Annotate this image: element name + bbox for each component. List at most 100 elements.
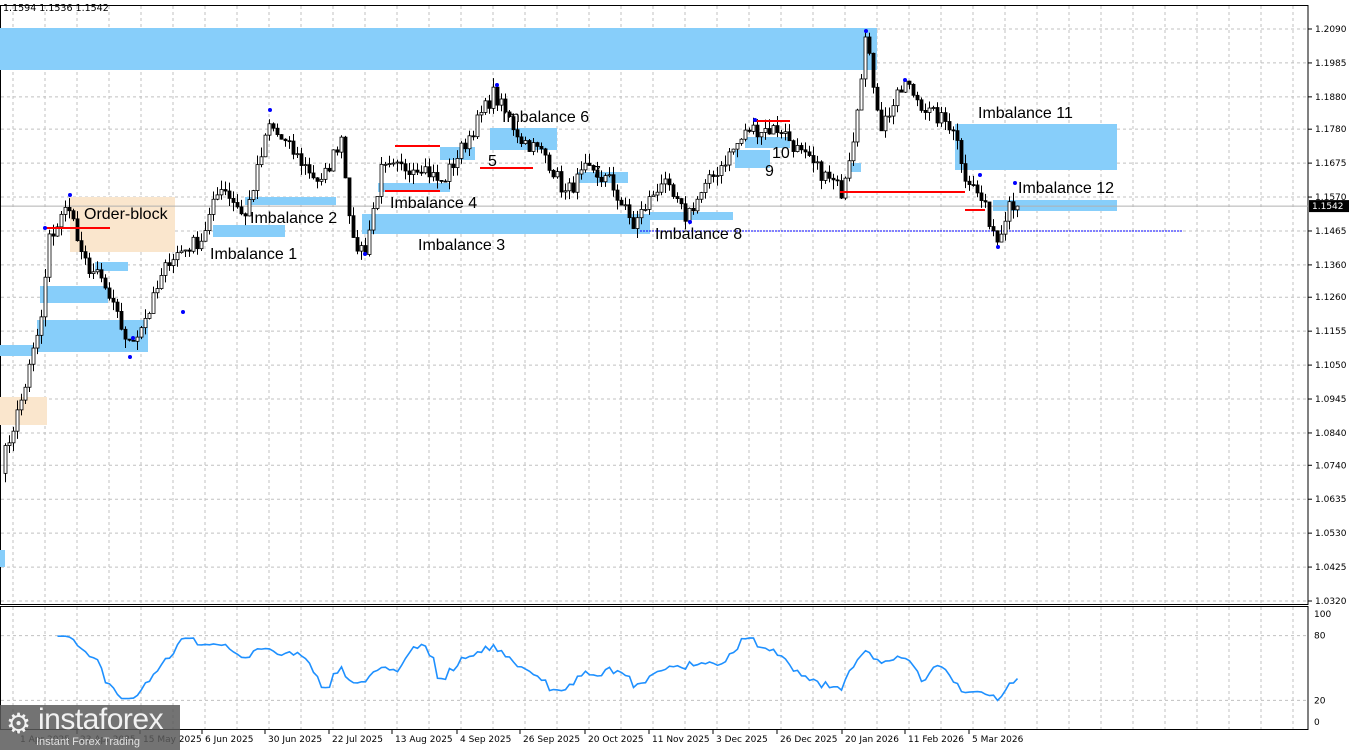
candle-bull — [479, 112, 484, 116]
candle-bull — [47, 233, 52, 278]
swing-point-marker — [1013, 181, 1017, 185]
candle-bear — [835, 179, 840, 182]
candle-bull — [927, 107, 932, 113]
candle-bull — [303, 164, 308, 167]
candle-bull — [43, 276, 48, 318]
candle-bear — [243, 213, 248, 217]
candle-bear — [79, 240, 84, 253]
candle-bear — [223, 189, 228, 192]
instaforex-logo: ⚙ instaforex Instant Forex Trading — [0, 703, 180, 750]
candle-bull — [851, 141, 856, 162]
order-block-zone — [0, 397, 47, 425]
candle-bear — [287, 140, 292, 143]
candle-bull — [575, 173, 580, 193]
candle-bull — [687, 207, 692, 222]
candle-bull — [383, 163, 388, 166]
candle-bear — [779, 132, 784, 134]
candle-bull — [859, 78, 864, 111]
candle-bear — [427, 166, 432, 178]
candle-bull — [603, 175, 608, 183]
candle-bull — [91, 271, 96, 274]
candle-bull — [1007, 201, 1012, 222]
candle-bull — [663, 178, 668, 185]
candle-bear — [51, 233, 56, 237]
candle-bull — [455, 158, 460, 169]
candle-bear — [963, 163, 968, 182]
candle-bull — [635, 217, 640, 229]
candle-bear — [675, 196, 680, 199]
price-axis-label: 1.0945 — [1315, 395, 1347, 405]
candle-bear — [167, 262, 172, 266]
imbalance-zone — [37, 320, 148, 352]
candle-bull — [647, 196, 652, 210]
candle-bull — [431, 172, 436, 178]
candle-bear — [691, 207, 696, 212]
swing-point-marker — [688, 220, 692, 224]
candle-bear — [915, 94, 920, 101]
candle-bull — [459, 142, 464, 159]
candle-bull — [339, 136, 344, 153]
candle-bull — [699, 192, 704, 200]
candle-bull — [491, 86, 496, 109]
imbalance-zone — [993, 200, 1117, 211]
candle-bull — [567, 182, 572, 192]
price-chart[interactable]: 1.20901.19851.18801.17801.16751.15701.14… — [0, 0, 1350, 750]
candle-bear — [875, 86, 880, 111]
candle-bear — [983, 200, 988, 203]
price-axis-label: 1.1465 — [1315, 227, 1347, 237]
candle-bear — [415, 169, 420, 173]
candle-bear — [419, 171, 424, 174]
candle-bear — [627, 204, 632, 219]
candle-bull — [191, 236, 196, 252]
candle-bull — [391, 162, 396, 165]
time-axis-label: 13 Aug 2025 — [395, 735, 453, 745]
candle-bear — [119, 311, 124, 330]
candle-bull — [179, 250, 184, 254]
candle-bull — [375, 196, 380, 209]
candle-bear — [487, 100, 492, 109]
candle-bear — [947, 121, 952, 131]
candle-bear — [515, 129, 520, 138]
price-axis-label: 1.0740 — [1315, 461, 1347, 471]
price-axis-label: 1.1260 — [1315, 293, 1347, 303]
price-axis-label: 1.0425 — [1315, 563, 1347, 573]
candle-bull — [843, 177, 848, 199]
time-axis-label: 26 Dec 2025 — [780, 735, 838, 745]
candle-bear — [403, 163, 408, 172]
candle-bear — [399, 161, 404, 165]
candle-bear — [943, 112, 948, 122]
candle-bull — [135, 336, 140, 342]
candle-bull — [63, 207, 68, 215]
swing-point-marker — [495, 83, 499, 87]
zone-label-imb3: Imbalance 3 — [418, 237, 505, 254]
candle-bull — [891, 105, 896, 117]
candle-bull — [903, 80, 908, 93]
candle-bear — [111, 297, 116, 303]
candle-bear — [235, 202, 240, 208]
indicator-axis-label: 100 — [1314, 610, 1331, 620]
candle-bull — [715, 175, 720, 177]
candle-bull — [823, 171, 828, 181]
zone-label-imb7: 7 — [592, 164, 601, 181]
candle-bear — [711, 174, 716, 177]
candle-bull — [939, 112, 944, 124]
swing-point-marker — [68, 193, 72, 197]
candle-bull — [731, 148, 736, 153]
candle-bull — [727, 151, 732, 166]
candle-bear — [471, 135, 476, 138]
swing-point-marker — [128, 355, 132, 359]
candle-bear — [995, 230, 1000, 243]
swing-point-marker — [268, 108, 272, 112]
zone-label-imb9: 9 — [765, 163, 774, 180]
candle-bear — [871, 52, 876, 88]
candle-bear — [527, 140, 532, 152]
candle-bull — [183, 249, 188, 252]
candle-bear — [559, 171, 564, 193]
zone-label-imb6: Imbalance 6 — [502, 109, 589, 126]
candle-bull — [759, 132, 764, 138]
candle-bull — [483, 100, 488, 113]
candle-bear — [667, 178, 672, 186]
candle-bear — [495, 86, 500, 106]
candle-bear — [967, 180, 972, 185]
candle-bear — [911, 83, 916, 96]
